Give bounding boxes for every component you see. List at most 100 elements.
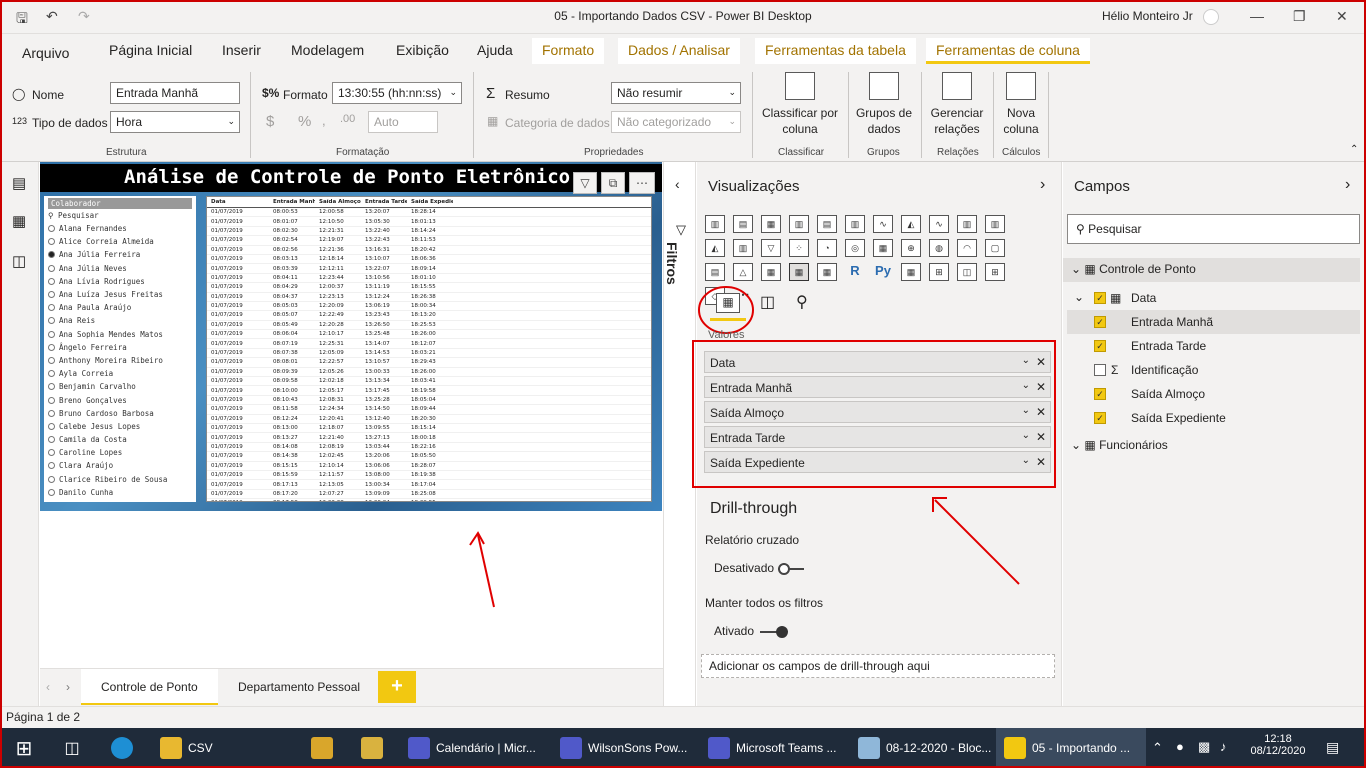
waterfall-icon[interactable]: ▥ [733,239,753,257]
model-view-icon[interactable]: ◫ [12,252,26,270]
notepad-task[interactable]: 08-12-2020 - Bloc... [850,728,994,768]
remove-field-icon[interactable]: ✕ [1036,430,1046,444]
radio-button[interactable] [48,304,55,312]
focus-mode-icon[interactable]: ⧉ [601,172,625,194]
stacked-area-icon[interactable]: ∿ [929,215,949,233]
categoria-dropdown[interactable]: Não categorizado ⌄ [611,111,741,133]
remove-field-icon[interactable]: ✕ [1036,380,1046,394]
table-icon[interactable]: ▦ [789,263,809,281]
slicer-item[interactable]: Ayla Correia [44,367,196,380]
radio-button[interactable] [48,225,55,233]
radio-button[interactable] [48,238,55,246]
slicer-item[interactable]: Ana Luíza Jesus Freitas [44,288,196,301]
radio-button[interactable] [48,370,55,378]
smart-narrative-icon[interactable]: ⊞ [985,263,1005,281]
card-icon[interactable]: ▢ [985,239,1005,257]
chevron-down-icon[interactable]: ⌄ [1022,455,1030,466]
table-column-header[interactable]: Data [207,199,269,205]
powerbi-task[interactable]: 05 - Importando ... [996,728,1146,768]
slicer-item[interactable]: Clara Araújo [44,459,196,472]
radio-button[interactable] [48,436,55,444]
radio-button[interactable] [48,330,55,338]
100-bar-icon[interactable]: ▤ [817,215,837,233]
slicer-item[interactable]: Calebe Jesus Lopes [44,420,196,433]
clustered-column-icon[interactable]: ▥ [789,215,809,233]
field-table[interactable]: ⌄ ▦ Funcionários [1063,434,1360,458]
user-name[interactable]: Hélio Monteiro Jr [1102,9,1193,23]
close-icon[interactable]: ✕ [1336,8,1348,25]
more-options-icon[interactable]: ⋯ [629,172,655,194]
field-checkbox[interactable]: ✓ [1094,388,1106,400]
key-influencers-icon[interactable]: ▦ [901,263,921,281]
report-view-icon[interactable]: ▤ [12,174,26,192]
line-column-icon[interactable]: ▥ [957,215,977,233]
value-well[interactable]: Data ⌄ ✕ [704,351,1051,373]
decimal-places-input[interactable]: Auto [368,111,438,133]
data-view-icon[interactable]: ▦ [12,212,26,230]
tab-inserir[interactable]: Inserir [222,42,261,58]
microphone-icon[interactable]: ● [1176,739,1184,779]
network-icon[interactable]: ▩ [1198,739,1210,779]
treemap-icon[interactable]: ▦ [873,239,893,257]
tipo-dropdown[interactable]: Hora ⌄ [110,111,240,133]
tab-formato[interactable]: Formato [532,38,605,64]
minimize-icon[interactable]: — [1250,8,1264,24]
value-well[interactable]: Saída Almoço ⌄ ✕ [704,401,1051,423]
remove-field-icon[interactable]: ✕ [1036,405,1046,419]
tray-overflow-icon[interactable]: ⌃ [1152,740,1163,780]
slicer-item[interactable]: Camila da Costa [44,433,196,446]
analytics-icon[interactable]: ⚲ [796,292,808,312]
fields-search-input[interactable]: ⚲ Pesquisar [1067,214,1360,244]
nome-input[interactable]: Entrada Manhã [110,82,240,104]
resumo-dropdown[interactable]: Não resumir ⌄ [611,82,741,104]
slicer-icon[interactable]: ▦ [761,263,781,281]
radio-button[interactable] [48,383,55,391]
filters-pane-collapsed[interactable]: ‹ ▽ Filtros [663,162,696,706]
radio-button[interactable] [48,277,55,285]
field-checkbox[interactable]: ✓ [1094,292,1106,304]
chevron-down-icon[interactable]: ⌄ [1071,262,1084,276]
page-tab-controle-ponto[interactable]: Controle de Ponto [81,669,218,705]
tab-pagina-inicial[interactable]: Página Inicial [109,42,192,58]
avatar[interactable] [1203,9,1219,25]
comma-icon[interactable]: , [322,113,326,128]
map-icon[interactable]: ⊕ [901,239,921,257]
area-chart-icon[interactable]: ◭ [901,215,921,233]
gauge-icon[interactable]: ◠ [957,239,977,257]
prev-page-icon[interactable]: ‹ [46,680,50,694]
table-column-header[interactable]: Saída Expediente [407,199,453,205]
slicer-item[interactable]: Anthony Moreira Ribeiro [44,354,196,367]
restore-icon[interactable]: ❐ [1293,8,1306,25]
radio-button[interactable] [48,462,55,470]
slicer-item[interactable]: Alana Fernandes [44,222,196,235]
collapse-ribbon-icon[interactable]: ⌃ [1350,144,1358,155]
multi-row-card-icon[interactable]: ▤ [705,263,725,281]
tab-arquivo[interactable]: Arquivo [22,45,69,61]
ribbon-chart-icon[interactable]: ◭ [705,239,725,257]
slicer-item[interactable]: Bruno Cardoso Barbosa [44,407,196,420]
field-checkbox[interactable]: ✓ [1094,316,1106,328]
notifications-icon[interactable]: ▤ [1326,739,1339,779]
radio-button[interactable] [48,475,55,483]
funnel-icon[interactable]: ▽ [761,239,781,257]
pie-chart-icon[interactable]: ◔ [817,239,837,257]
slicer-item[interactable]: Ana Reis [44,314,196,327]
radio-button[interactable] [48,449,55,457]
drillthrough-drop-zone[interactable]: Adicionar os campos de drill-through aqu… [701,654,1055,678]
next-page-icon[interactable]: › [66,680,70,694]
qa-icon[interactable]: ◫ [957,263,977,281]
tab-ferramentas-coluna[interactable]: Ferramentas de coluna [926,38,1090,64]
slicer-item[interactable]: Ângelo Ferreira [44,341,196,354]
wilsonsons-task[interactable]: WilsonSons Pow... [552,728,700,768]
radio-button[interactable] [48,251,55,259]
field-checkbox[interactable]: ✓ [1094,412,1106,424]
slicer-item[interactable]: Ana Júlia Neves [44,262,196,275]
slicer-item[interactable]: Ana Paula Araújo [44,301,196,314]
slicer-item[interactable]: Breno Gonçalves [44,393,196,406]
field-table[interactable]: ⌄ ▦ Controle de Ponto [1063,258,1360,282]
remove-field-icon[interactable]: ✕ [1036,455,1046,469]
chevron-down-icon[interactable]: ⌄ [1022,380,1030,391]
tab-modelagem[interactable]: Modelagem [291,42,364,58]
expand-filters-icon[interactable]: ‹ [675,176,680,192]
csv-folder-task[interactable]: CSV [152,728,232,768]
